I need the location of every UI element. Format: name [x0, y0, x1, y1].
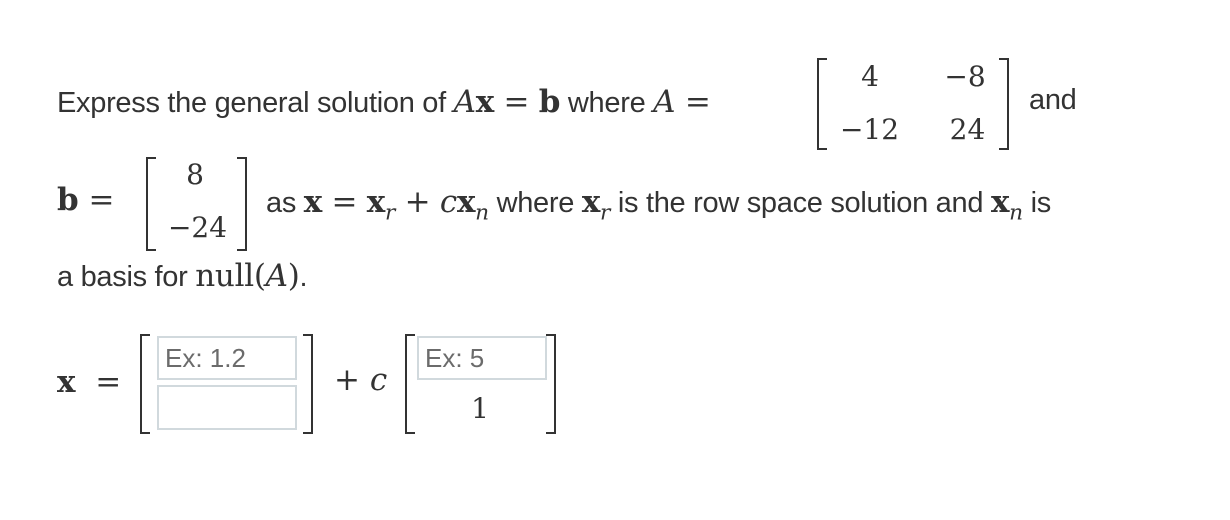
matrix-a-cell-0-1: −8 [944, 60, 986, 93]
vector-b-cell-1: −24 [167, 211, 228, 244]
xn-right-bracket [546, 334, 556, 434]
answer-x-label: x = [57, 364, 122, 400]
equation-ax-b: Ax = b [453, 84, 561, 120]
xn-component-1-input[interactable] [417, 336, 547, 380]
xr-symbol: xr [581, 184, 611, 226]
xn-left-bracket [405, 334, 415, 434]
vector-b-cell-0: 8 [186, 158, 204, 191]
vector-b-right-bracket [237, 157, 247, 251]
plus-c-label: + c [334, 362, 388, 398]
vector-b-label: b = [57, 182, 115, 218]
basis-text: a basis for [57, 261, 188, 293]
matrix-a-label: A = [653, 84, 711, 120]
matrix-a-cell-1-1: 24 [949, 113, 986, 146]
and-text: and [1029, 84, 1077, 116]
question-line-3: a basis for null(A). [57, 258, 308, 294]
matrix-a-cell-0-0: 4 [861, 60, 879, 93]
xr-right-bracket [303, 334, 313, 434]
null-a-expression: null(A) [195, 258, 300, 294]
row-space-text: is the row space solution and [617, 187, 984, 219]
xr-component-1-input[interactable] [157, 336, 297, 380]
equation-x-decomposition: x = xr + cxn [303, 184, 489, 226]
vector-b-left-bracket [146, 157, 156, 251]
matrix-a-left-bracket [817, 58, 827, 150]
where-text: where [567, 87, 646, 119]
question-line-2: as x = xr + cxn where xr is the row spac… [266, 184, 1051, 226]
xr-component-2-input[interactable] [157, 385, 297, 430]
xn-symbol: xn [990, 184, 1023, 226]
matrix-a-right-bracket [999, 58, 1009, 150]
matrix-a-cell-1-0: −12 [839, 113, 900, 146]
xr-left-bracket [140, 334, 150, 434]
where-text-2: where [496, 187, 575, 219]
question-line-1: Express the general solution of Ax = b w… [57, 84, 711, 120]
as-text: as [266, 187, 297, 219]
question-prefix: Express the general solution of [57, 87, 446, 119]
xn-component-2-value: 1 [471, 392, 489, 425]
is-text: is [1030, 187, 1052, 219]
